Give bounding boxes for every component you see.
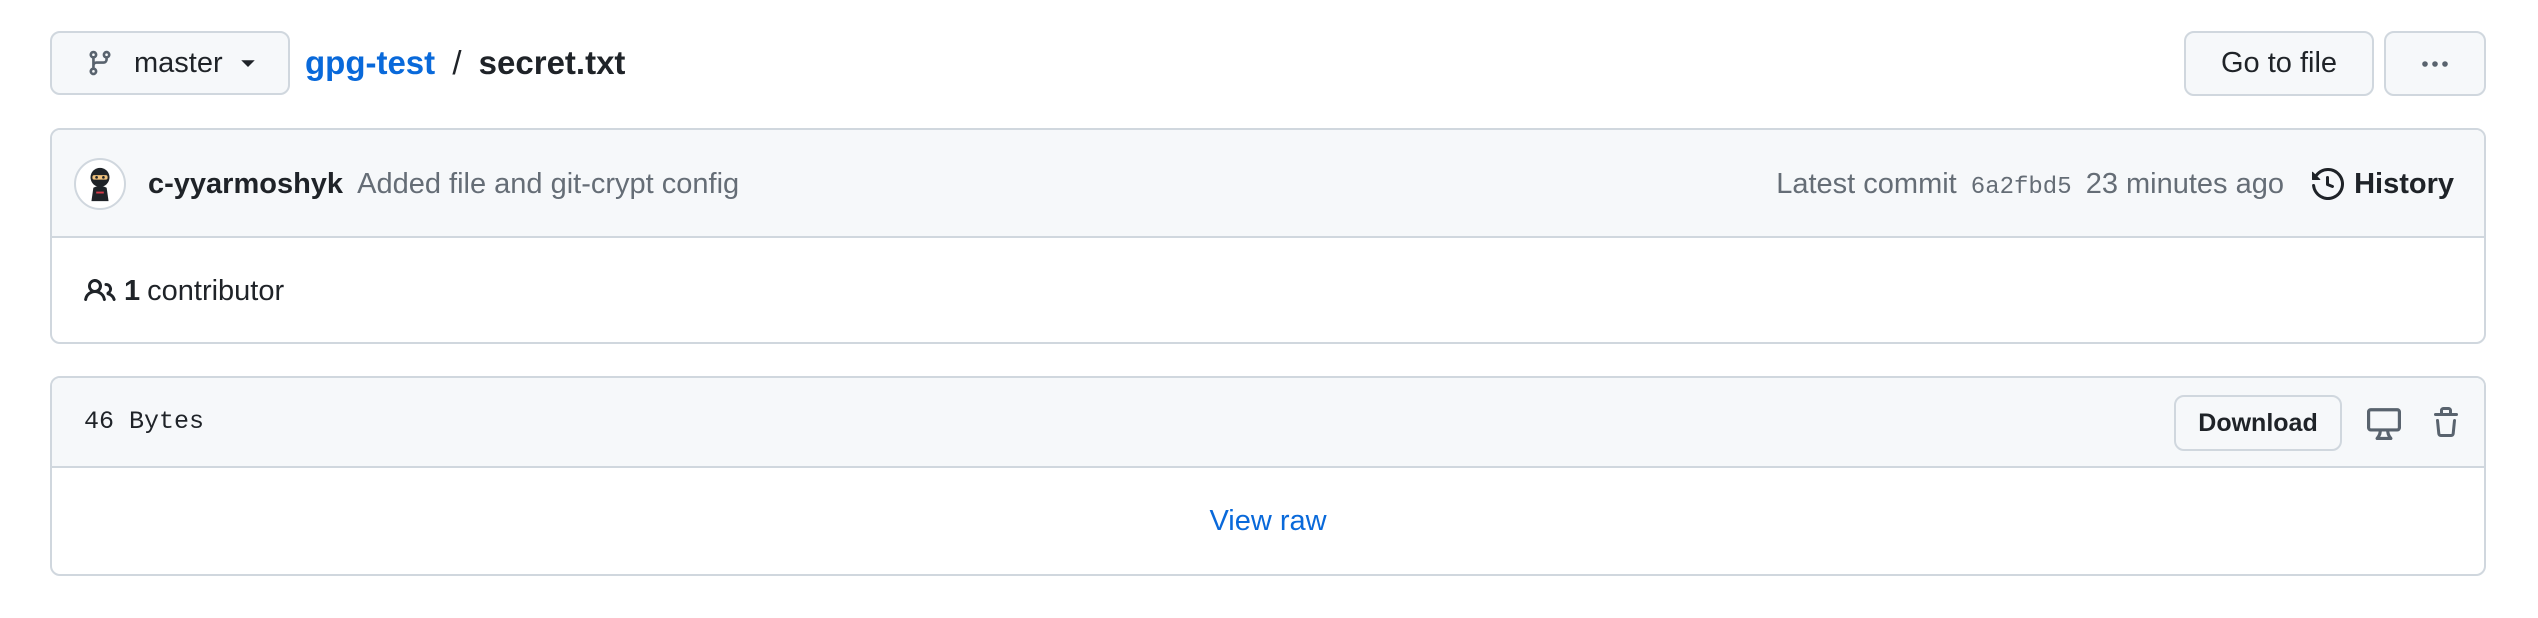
commit-message-link[interactable]: Added file and git-crypt config — [357, 168, 739, 200]
commit-header: c-yyarmoshyk Added file and git-crypt co… — [52, 130, 2484, 238]
breadcrumb-separator: / — [452, 44, 462, 81]
more-options-button[interactable] — [2384, 31, 2486, 96]
breadcrumb-file-name: secret.txt — [478, 44, 626, 81]
branch-name: master — [134, 46, 223, 79]
file-header: 46 Bytes Download — [52, 378, 2484, 468]
commit-sha-link[interactable]: 6a2fbd5 — [1971, 174, 2072, 201]
display-source-button[interactable] — [2364, 403, 2404, 443]
history-icon — [2312, 168, 2345, 200]
view-raw-link[interactable]: View raw — [1209, 505, 1326, 537]
latest-commit-label: Latest commit — [1776, 168, 1957, 200]
contributors-label: contributor — [147, 275, 285, 307]
history-link[interactable]: History — [2312, 164, 2454, 204]
avatar[interactable] — [74, 158, 126, 210]
contributors-count: 1 — [124, 275, 141, 307]
git-branch-icon — [86, 49, 114, 77]
commit-box: c-yyarmoshyk Added file and git-crypt co… — [50, 128, 2486, 344]
commit-author-link[interactable]: c-yyarmoshyk — [148, 168, 343, 200]
history-label: History — [2354, 167, 2454, 200]
trash-icon — [2430, 407, 2462, 439]
contributors-link[interactable]: 1 contributor — [84, 271, 284, 311]
download-label: Download — [2198, 408, 2318, 437]
go-to-file-button[interactable]: Go to file — [2184, 31, 2374, 96]
go-to-file-label: Go to file — [2220, 47, 2338, 79]
file-size: 46 Bytes — [84, 407, 205, 436]
file-box: 46 Bytes Download View raw — [50, 376, 2486, 576]
kebab-horizontal-icon — [2419, 48, 2451, 80]
breadcrumb: gpg-test / secret.txt — [305, 43, 625, 83]
download-button[interactable]: Download — [2174, 395, 2342, 451]
desktop-icon — [2367, 406, 2401, 440]
breadcrumb-repo-link[interactable]: gpg-test — [305, 44, 435, 81]
ninja-avatar-icon — [90, 167, 110, 202]
file-body: View raw — [52, 468, 2484, 574]
branch-selector[interactable]: master — [50, 31, 290, 95]
caret-down-icon — [239, 54, 257, 72]
commit-time: 23 minutes ago — [2085, 168, 2284, 200]
contributors-row: 1 contributor — [52, 238, 2484, 342]
delete-file-button[interactable] — [2426, 403, 2466, 443]
people-icon — [84, 275, 116, 307]
